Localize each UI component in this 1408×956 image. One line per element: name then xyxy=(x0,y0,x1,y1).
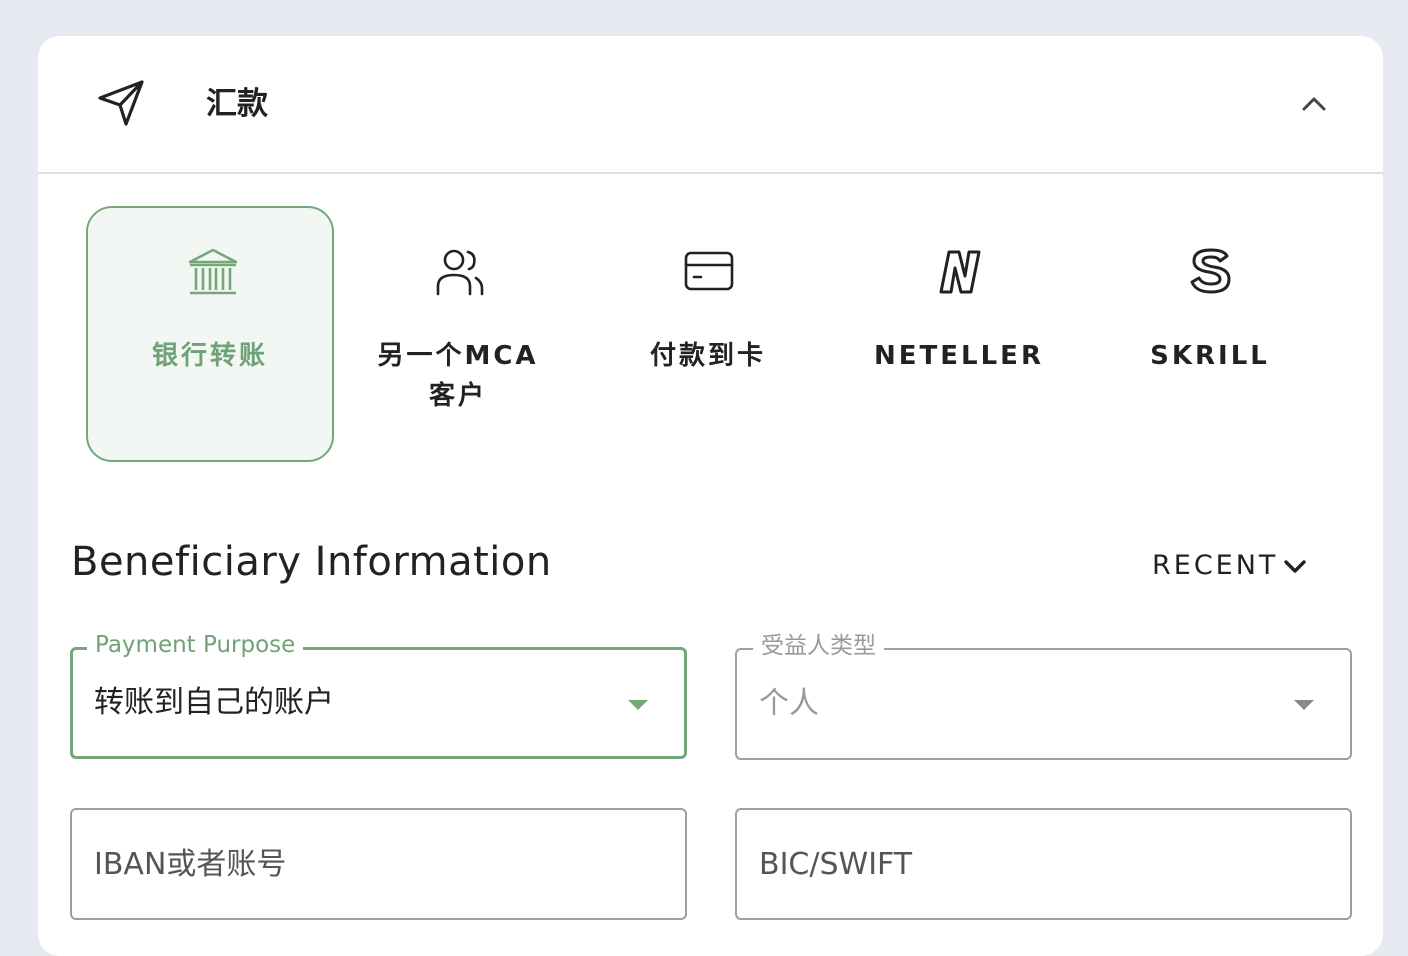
method-label: NETELLER xyxy=(874,341,1044,371)
method-neteller[interactable]: NETELLER xyxy=(835,206,1083,462)
dropdown-arrow-icon xyxy=(1294,700,1314,710)
users-icon xyxy=(436,249,484,296)
header-title: 汇款 xyxy=(206,86,268,122)
recent-dropdown[interactable]: RECENT xyxy=(1152,546,1306,586)
method-pay-to-card[interactable]: 付款到卡 xyxy=(584,206,832,462)
send-money-card: 汇款 银行转账 另一个MCA 客户 付款到卡 NETELLER SKRILL B… xyxy=(38,36,1383,956)
method-label: 付款到卡 xyxy=(649,341,766,371)
dropdown-arrow-icon xyxy=(628,700,648,710)
recent-label: RECENT xyxy=(1152,550,1279,581)
bic-input[interactable] xyxy=(759,840,1319,888)
chevron-down-icon xyxy=(1284,560,1306,573)
send-icon xyxy=(98,80,144,126)
bic-field[interactable] xyxy=(735,808,1352,920)
beneficiary-type-label: 受益人类型 xyxy=(753,630,884,662)
card-icon xyxy=(684,251,734,291)
beneficiary-type-select[interactable]: 受益人类型 个人 xyxy=(735,630,1352,760)
method-label: 银行转账 xyxy=(151,341,268,371)
payment-purpose-select[interactable]: Payment Purpose 转账到自己的账户 xyxy=(70,629,687,759)
method-bank-transfer[interactable]: 银行转账 xyxy=(86,206,334,462)
payment-purpose-value: 转账到自己的账户 xyxy=(94,685,334,720)
neteller-logo-icon xyxy=(939,250,981,294)
method-label: SKRILL xyxy=(1150,341,1270,371)
bank-icon xyxy=(188,248,238,295)
card-header[interactable]: 汇款 xyxy=(38,36,1383,174)
method-skrill[interactable]: SKRILL xyxy=(1086,206,1334,462)
iban-field[interactable] xyxy=(70,808,687,920)
payment-purpose-label: Payment Purpose xyxy=(87,629,304,661)
iban-input[interactable] xyxy=(94,840,654,888)
skrill-logo-icon xyxy=(1190,248,1231,294)
chevron-up-icon[interactable] xyxy=(1300,92,1328,116)
method-label: 另一个MCA 客户 xyxy=(377,341,539,411)
beneficiary-type-value: 个人 xyxy=(759,686,819,721)
method-mca-client[interactable]: 另一个MCA 客户 xyxy=(334,206,582,462)
beneficiary-title: Beneficiary Information xyxy=(71,539,552,585)
